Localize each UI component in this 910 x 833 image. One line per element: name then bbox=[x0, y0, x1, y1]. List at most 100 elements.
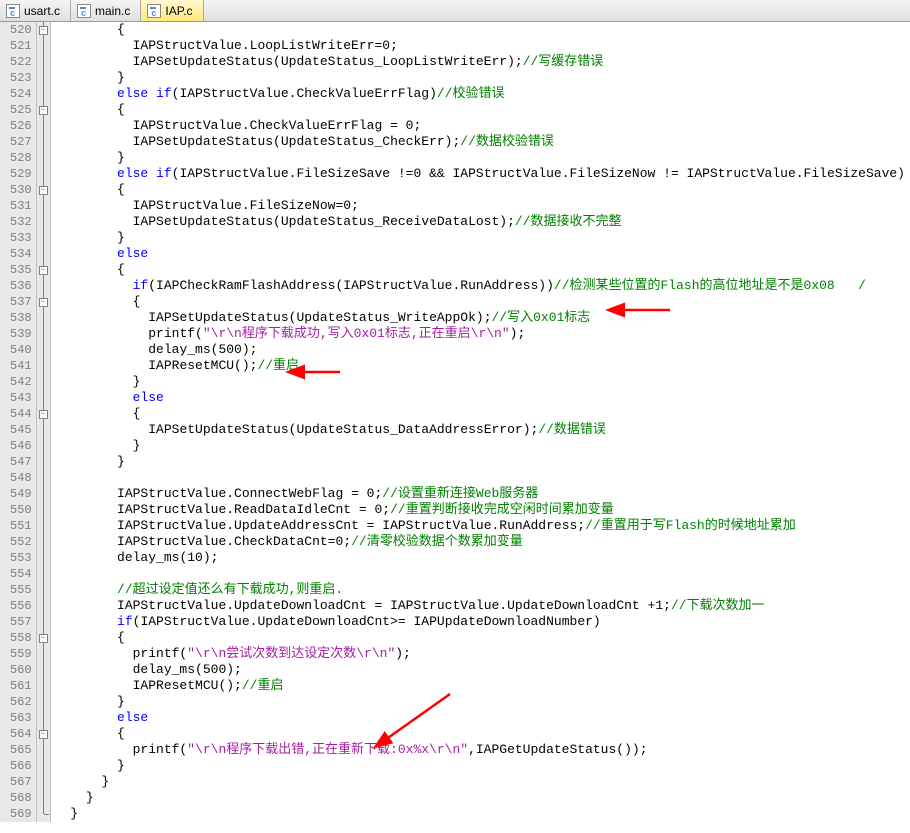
code-line[interactable]: IAPStructValue.CheckValueErrFlag = 0; bbox=[55, 118, 910, 134]
code-area[interactable]: { IAPStructValue.LoopListWriteErr=0; IAP… bbox=[51, 22, 910, 822]
fold-mark[interactable] bbox=[37, 742, 50, 758]
fold-mark[interactable] bbox=[37, 358, 50, 374]
tab-main[interactable]: main.c bbox=[71, 0, 141, 21]
fold-mark[interactable] bbox=[37, 342, 50, 358]
code-line[interactable]: { bbox=[55, 630, 910, 646]
fold-mark[interactable] bbox=[37, 278, 50, 294]
code-line[interactable]: else bbox=[55, 710, 910, 726]
code-line[interactable]: else if(IAPStructValue.CheckValueErrFlag… bbox=[55, 86, 910, 102]
fold-mark[interactable] bbox=[37, 326, 50, 342]
code-line[interactable]: { bbox=[55, 22, 910, 38]
code-line[interactable]: delay_ms(10); bbox=[55, 550, 910, 566]
fold-mark[interactable] bbox=[37, 790, 50, 806]
code-line[interactable]: printf("\r\n程序下载成功,写入0x01标志,正在重启\r\n"); bbox=[55, 326, 910, 342]
fold-mark[interactable] bbox=[37, 166, 50, 182]
code-line[interactable]: printf("\r\n程序下载出错,正在重新下载:0x%x\r\n",IAPG… bbox=[55, 742, 910, 758]
fold-mark[interactable] bbox=[37, 310, 50, 326]
fold-mark[interactable] bbox=[37, 774, 50, 790]
code-line[interactable]: IAPSetUpdateStatus(UpdateStatus_CheckErr… bbox=[55, 134, 910, 150]
code-editor[interactable]: 5205215225235245255265275285295305315325… bbox=[0, 22, 910, 822]
code-line[interactable]: delay_ms(500); bbox=[55, 662, 910, 678]
fold-mark[interactable] bbox=[37, 534, 50, 550]
fold-mark[interactable] bbox=[37, 214, 50, 230]
code-line[interactable]: IAPResetMCU();//重启 bbox=[55, 358, 910, 374]
fold-mark[interactable]: − bbox=[37, 102, 50, 118]
code-line[interactable]: } bbox=[55, 806, 910, 822]
fold-mark[interactable]: − bbox=[37, 294, 50, 310]
code-line[interactable]: delay_ms(500); bbox=[55, 342, 910, 358]
code-line[interactable]: IAPStructValue.FileSizeNow=0; bbox=[55, 198, 910, 214]
fold-mark[interactable] bbox=[37, 38, 50, 54]
code-line[interactable]: IAPSetUpdateStatus(UpdateStatus_DataAddr… bbox=[55, 422, 910, 438]
code-line[interactable]: } bbox=[55, 70, 910, 86]
fold-mark[interactable]: − bbox=[37, 22, 50, 38]
code-line[interactable]: { bbox=[55, 102, 910, 118]
fold-mark[interactable] bbox=[37, 502, 50, 518]
code-line[interactable]: { bbox=[55, 294, 910, 310]
fold-mark[interactable] bbox=[37, 566, 50, 582]
fold-mark[interactable] bbox=[37, 486, 50, 502]
fold-mark[interactable] bbox=[37, 390, 50, 406]
code-line[interactable]: printf("\r\n尝试次数到达设定次数\r\n"); bbox=[55, 646, 910, 662]
fold-mark[interactable]: − bbox=[37, 726, 50, 742]
fold-mark[interactable]: − bbox=[37, 406, 50, 422]
fold-mark[interactable]: − bbox=[37, 182, 50, 198]
fold-mark[interactable] bbox=[37, 134, 50, 150]
code-line[interactable]: } bbox=[55, 454, 910, 470]
fold-mark[interactable] bbox=[37, 806, 50, 822]
code-line[interactable]: IAPResetMCU();//重启 bbox=[55, 678, 910, 694]
fold-mark[interactable] bbox=[37, 582, 50, 598]
fold-mark[interactable] bbox=[37, 470, 50, 486]
tab-iap[interactable]: IAP.c bbox=[141, 0, 203, 21]
code-line[interactable]: IAPStructValue.CheckDataCnt=0;//清零校验数据个数… bbox=[55, 534, 910, 550]
fold-gutter[interactable]: − − − − − − − − bbox=[37, 22, 51, 822]
code-line[interactable]: IAPStructValue.UpdateDownloadCnt = IAPSt… bbox=[55, 598, 910, 614]
fold-mark[interactable] bbox=[37, 694, 50, 710]
fold-mark[interactable] bbox=[37, 374, 50, 390]
fold-mark[interactable] bbox=[37, 86, 50, 102]
fold-mark[interactable] bbox=[37, 198, 50, 214]
fold-mark[interactable] bbox=[37, 246, 50, 262]
fold-mark[interactable] bbox=[37, 662, 50, 678]
fold-mark[interactable] bbox=[37, 758, 50, 774]
code-line[interactable]: IAPStructValue.LoopListWriteErr=0; bbox=[55, 38, 910, 54]
tab-usart[interactable]: usart.c bbox=[0, 0, 71, 21]
fold-mark[interactable] bbox=[37, 438, 50, 454]
fold-mark[interactable] bbox=[37, 454, 50, 470]
fold-mark[interactable] bbox=[37, 550, 50, 566]
fold-mark[interactable] bbox=[37, 614, 50, 630]
code-line[interactable]: IAPSetUpdateStatus(UpdateStatus_WriteApp… bbox=[55, 310, 910, 326]
code-line[interactable]: } bbox=[55, 150, 910, 166]
fold-mark[interactable] bbox=[37, 422, 50, 438]
code-line[interactable]: { bbox=[55, 262, 910, 278]
fold-mark[interactable] bbox=[37, 54, 50, 70]
fold-mark[interactable] bbox=[37, 518, 50, 534]
fold-mark[interactable]: − bbox=[37, 262, 50, 278]
code-line[interactable]: //超过设定值还么有下载成功,则重启. bbox=[55, 582, 910, 598]
code-line[interactable]: IAPStructValue.ConnectWebFlag = 0;//设置重新… bbox=[55, 486, 910, 502]
code-line[interactable] bbox=[55, 470, 910, 486]
code-line[interactable]: } bbox=[55, 438, 910, 454]
code-line[interactable]: } bbox=[55, 790, 910, 806]
fold-mark[interactable] bbox=[37, 150, 50, 166]
fold-mark[interactable] bbox=[37, 710, 50, 726]
fold-mark[interactable] bbox=[37, 118, 50, 134]
code-line[interactable]: if(IAPCheckRamFlashAddress(IAPStructValu… bbox=[55, 278, 910, 294]
code-line[interactable]: { bbox=[55, 406, 910, 422]
code-line[interactable]: IAPSetUpdateStatus(UpdateStatus_LoopList… bbox=[55, 54, 910, 70]
code-line[interactable]: } bbox=[55, 758, 910, 774]
fold-mark[interactable] bbox=[37, 70, 50, 86]
code-line[interactable]: else bbox=[55, 390, 910, 406]
code-line[interactable]: } bbox=[55, 774, 910, 790]
code-line[interactable]: else if(IAPStructValue.FileSizeSave !=0 … bbox=[55, 166, 910, 182]
code-line[interactable]: IAPSetUpdateStatus(UpdateStatus_ReceiveD… bbox=[55, 214, 910, 230]
fold-mark[interactable]: − bbox=[37, 630, 50, 646]
code-line[interactable]: if(IAPStructValue.UpdateDownloadCnt>= IA… bbox=[55, 614, 910, 630]
code-line[interactable]: } bbox=[55, 230, 910, 246]
code-line[interactable]: else bbox=[55, 246, 910, 262]
code-line[interactable]: IAPStructValue.UpdateAddressCnt = IAPStr… bbox=[55, 518, 910, 534]
fold-mark[interactable] bbox=[37, 230, 50, 246]
fold-mark[interactable] bbox=[37, 646, 50, 662]
fold-mark[interactable] bbox=[37, 678, 50, 694]
code-line[interactable] bbox=[55, 566, 910, 582]
